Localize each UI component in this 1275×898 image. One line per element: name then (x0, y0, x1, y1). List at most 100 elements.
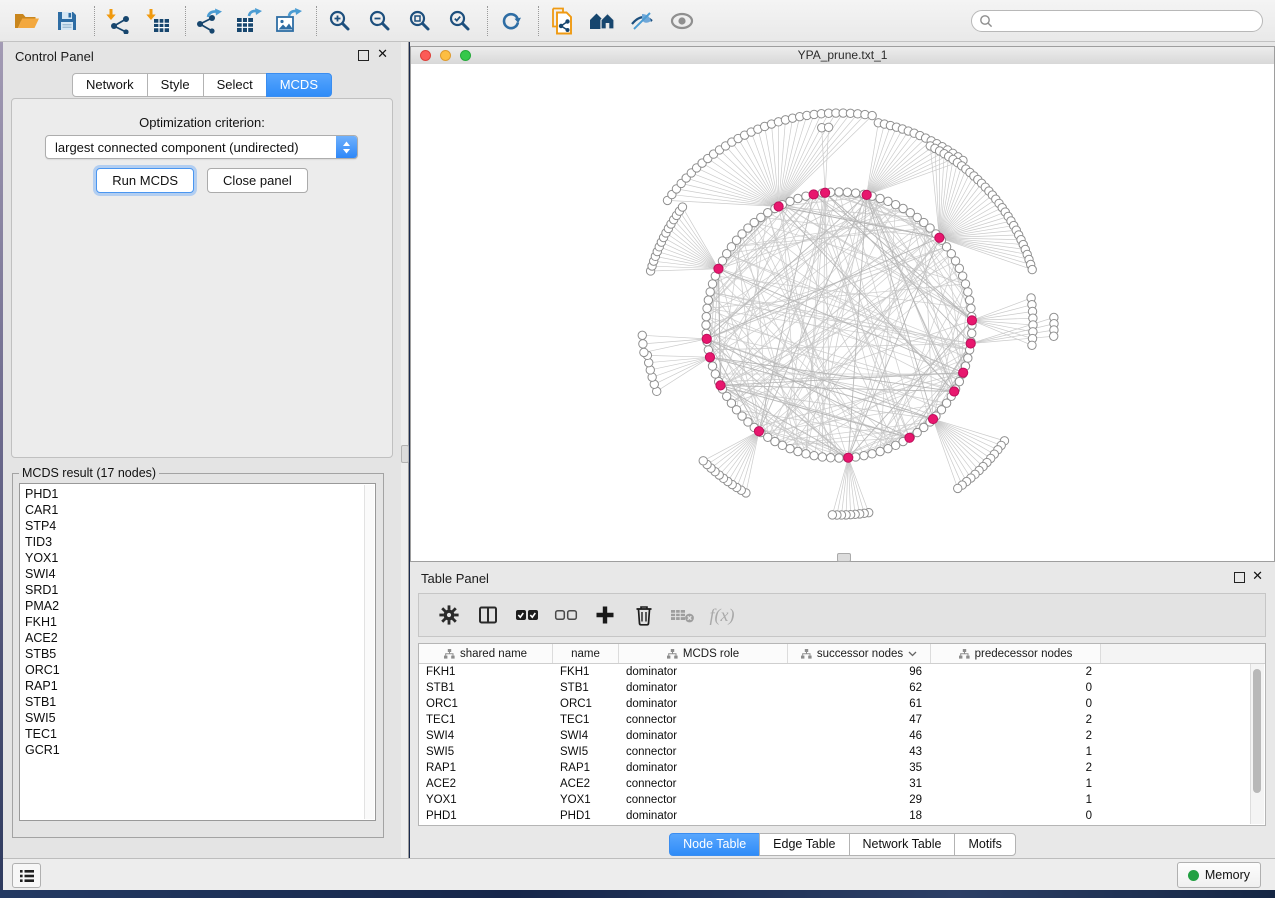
table-cell[interactable]: ACE2 (553, 776, 619, 792)
mcds-result-item[interactable]: ORC1 (25, 662, 375, 678)
save-session-icon[interactable] (52, 6, 82, 36)
open-session-icon[interactable] (12, 6, 42, 36)
table-row[interactable]: ACE2ACE2connector311 (419, 776, 1265, 792)
table-cell[interactable]: STB1 (553, 680, 619, 696)
table-row[interactable]: FKH1FKH1dominator962 (419, 664, 1265, 680)
table-cell[interactable]: SWI4 (419, 728, 553, 744)
column-header-MCDS-role[interactable]: MCDS role (619, 644, 788, 663)
table-settings-gear-icon[interactable] (432, 602, 466, 628)
table-cell[interactable]: dominator (619, 728, 788, 744)
network-node[interactable] (794, 194, 802, 202)
table-cell[interactable]: YOX1 (553, 792, 619, 808)
network-node[interactable] (802, 450, 810, 458)
table-cell[interactable]: connector (619, 776, 788, 792)
mcds-result-item[interactable]: STP4 (25, 518, 375, 534)
task-history-button[interactable] (12, 863, 41, 888)
network-node[interactable] (884, 444, 892, 452)
network-node[interactable] (774, 202, 783, 211)
hide-annotations-icon[interactable] (627, 6, 657, 36)
table-cell[interactable]: TEC1 (553, 712, 619, 728)
table-row[interactable]: ORC1ORC1dominator610 (419, 696, 1265, 712)
network-node[interactable] (714, 264, 723, 273)
network-node[interactable] (891, 441, 899, 449)
table-cell[interactable]: connector (619, 744, 788, 760)
network-node[interactable] (860, 451, 868, 459)
table-cell[interactable]: ACE2 (419, 776, 553, 792)
table-cell[interactable]: 2 (931, 712, 1101, 728)
mcds-result-item[interactable]: TEC1 (25, 726, 375, 742)
network-node[interactable] (705, 353, 714, 362)
network-node[interactable] (965, 296, 973, 304)
close-panel-icon[interactable]: ✕ (377, 47, 388, 61)
network-node[interactable] (809, 190, 818, 199)
network-node[interactable] (704, 296, 712, 304)
network-node[interactable] (794, 447, 802, 455)
tab-network[interactable]: Network (72, 73, 148, 97)
table-cell[interactable]: 29 (788, 792, 931, 808)
table-cell[interactable]: dominator (619, 680, 788, 696)
mcds-result-list[interactable]: PHD1CAR1STP4TID3YOX1SWI4SRD1PMA2FKH1ACE2… (19, 483, 376, 821)
table-cell[interactable]: ORC1 (419, 696, 553, 712)
network-titlebar[interactable]: YPA_prune.txt_1 (411, 47, 1274, 65)
table-cell[interactable]: 0 (931, 808, 1101, 824)
add-column-plus-icon[interactable] (588, 602, 622, 628)
table-row[interactable]: YOX1YOX1connector291 (419, 792, 1265, 808)
memory-button[interactable]: Memory (1177, 862, 1261, 888)
table-scrollbar-thumb[interactable] (1253, 669, 1261, 793)
import-table-icon[interactable] (143, 6, 173, 36)
table-cell[interactable]: PHD1 (419, 808, 553, 824)
table-cell[interactable]: 2 (931, 760, 1101, 776)
network-node[interactable] (967, 316, 976, 325)
mcds-result-item[interactable]: YOX1 (25, 550, 375, 566)
mcds-result-item[interactable]: STB1 (25, 694, 375, 710)
mcds-result-item[interactable]: PHD1 (25, 486, 375, 502)
export-table-icon[interactable] (234, 6, 264, 36)
network-node[interactable] (950, 387, 959, 396)
table-row[interactable]: STB1STB1dominator620 (419, 680, 1265, 696)
mcds-result-item[interactable]: GCR1 (25, 742, 375, 758)
network-node[interactable] (955, 264, 963, 272)
network-node[interactable] (876, 194, 884, 202)
horizontal-splitter-handle[interactable] (837, 553, 851, 562)
search-input[interactable] (993, 13, 1262, 29)
tab-style[interactable]: Style (147, 73, 204, 97)
network-node[interactable] (706, 288, 714, 296)
table-scrollbar[interactable] (1250, 664, 1264, 824)
network-node[interactable] (851, 189, 859, 197)
network-node[interactable] (1028, 265, 1036, 273)
table-cell[interactable]: 61 (788, 696, 931, 712)
network-graph[interactable] (411, 64, 1275, 561)
mcds-result-item[interactable]: SWI4 (25, 566, 375, 582)
network-node[interactable] (835, 188, 843, 196)
network-node[interactable] (862, 190, 871, 199)
table-cell[interactable]: 43 (788, 744, 931, 760)
network-node[interactable] (818, 453, 826, 461)
network-node[interactable] (708, 280, 716, 288)
network-node[interactable] (1050, 332, 1058, 340)
table-cell[interactable]: 1 (931, 792, 1101, 808)
network-node[interactable] (967, 304, 975, 312)
tab-mcds[interactable]: MCDS (266, 73, 332, 97)
mcds-result-item[interactable]: TID3 (25, 534, 375, 550)
network-node[interactable] (824, 123, 832, 131)
table-row[interactable]: SWI5SWI5connector431 (419, 744, 1265, 760)
tab-network-table[interactable]: Network Table (849, 833, 956, 856)
network-node[interactable] (905, 433, 914, 442)
zoom-in-icon[interactable] (325, 6, 355, 36)
network-node[interactable] (954, 484, 962, 492)
mcds-result-item[interactable]: STB5 (25, 646, 375, 662)
import-network-icon[interactable] (103, 6, 133, 36)
network-node[interactable] (754, 427, 763, 436)
mcds-list-scrollbar[interactable] (364, 485, 374, 819)
tab-motifs[interactable]: Motifs (954, 833, 1015, 856)
network-node[interactable] (711, 370, 719, 378)
network-node[interactable] (678, 203, 686, 211)
table-cell[interactable]: 35 (788, 760, 931, 776)
refresh-view-icon[interactable] (496, 6, 526, 36)
table-cell[interactable]: STB1 (419, 680, 553, 696)
table-cell[interactable]: 46 (788, 728, 931, 744)
network-node[interactable] (810, 451, 818, 459)
network-node[interactable] (702, 334, 711, 343)
network-node[interactable] (638, 331, 646, 339)
close-panel-button[interactable]: Close panel (207, 168, 308, 193)
